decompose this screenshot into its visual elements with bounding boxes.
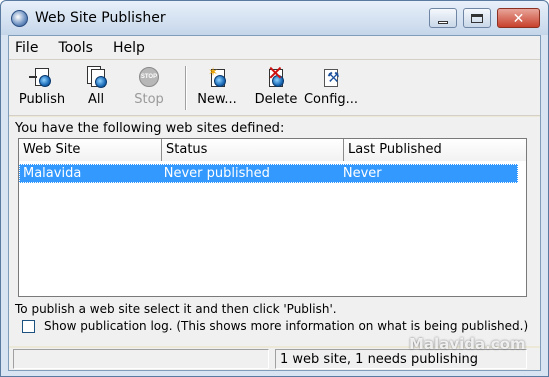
publish-button[interactable]: Publish bbox=[15, 66, 69, 112]
watermark: Malavida.com bbox=[409, 335, 526, 353]
show-log-option[interactable]: Show publication log. (This shows more i… bbox=[22, 319, 528, 333]
cell-web-site: Malavida bbox=[23, 166, 82, 181]
publish-all-label: All bbox=[87, 92, 105, 107]
close-icon: ✕ bbox=[512, 10, 525, 26]
show-log-checkbox[interactable] bbox=[22, 319, 35, 333]
toolbar-separator bbox=[185, 66, 187, 110]
publish-icon bbox=[29, 66, 55, 90]
toolbar: Publish All STOP Stop ✶ New... ✕ Delete … bbox=[9, 60, 540, 116]
title-bar[interactable]: Web Site Publisher ✕ bbox=[1, 1, 548, 35]
new-site-icon: ✶ bbox=[204, 66, 230, 90]
list-header: Web Site Status Last Published bbox=[19, 139, 526, 161]
show-log-label[interactable]: Show publication log. (This shows more i… bbox=[44, 319, 528, 333]
publish-label: Publish bbox=[18, 92, 66, 107]
column-header-last-published[interactable]: Last Published bbox=[344, 139, 526, 161]
wrench-icon: ⚒ bbox=[318, 66, 344, 90]
delete-button[interactable]: ✕ Delete bbox=[253, 63, 299, 112]
minimize-icon bbox=[438, 20, 448, 24]
publish-all-icon bbox=[83, 66, 109, 90]
status-pane-left bbox=[13, 349, 269, 369]
column-header-web-site[interactable]: Web Site bbox=[19, 139, 162, 161]
maximize-icon bbox=[471, 13, 483, 23]
new-site-label: New... bbox=[197, 92, 237, 107]
config-label: Config... bbox=[303, 92, 359, 107]
config-button[interactable]: ⚒ Config... bbox=[303, 66, 359, 112]
cell-status: Never published bbox=[163, 166, 270, 181]
maximize-button[interactable] bbox=[463, 8, 491, 28]
client-area: File Tools Help Publish All STOP Stop ✶ … bbox=[8, 35, 541, 371]
close-button[interactable]: ✕ bbox=[497, 8, 540, 28]
column-header-status[interactable]: Status bbox=[162, 139, 344, 161]
table-row[interactable]: Malavida Never published Never bbox=[19, 164, 518, 183]
sites-label: You have the following web sites defined… bbox=[15, 121, 285, 136]
menu-file[interactable]: File bbox=[15, 40, 38, 56]
minimize-button[interactable] bbox=[429, 8, 457, 28]
stop-icon: STOP bbox=[136, 66, 162, 90]
stop-button[interactable]: STOP Stop bbox=[127, 66, 171, 112]
window-title: Web Site Publisher bbox=[35, 10, 166, 26]
menu-tools[interactable]: Tools bbox=[58, 40, 93, 56]
delete-icon: ✕ bbox=[267, 63, 284, 87]
publish-hint: To publish a web site select it and then… bbox=[15, 302, 337, 316]
menu-help[interactable]: Help bbox=[113, 40, 145, 56]
new-site-button[interactable]: ✶ New... bbox=[195, 66, 239, 112]
main-panel: You have the following web sites defined… bbox=[9, 117, 540, 346]
app-globe-icon bbox=[11, 10, 28, 27]
app-window: Web Site Publisher ✕ File Tools Help Pub… bbox=[0, 0, 549, 377]
stop-label: Stop bbox=[134, 92, 164, 107]
cell-last-published: Never bbox=[342, 166, 382, 181]
delete-label: Delete bbox=[254, 92, 298, 107]
web-sites-list[interactable]: Web Site Status Last Published Malavida … bbox=[18, 138, 527, 297]
publish-all-button[interactable]: All bbox=[75, 66, 117, 112]
menu-bar: File Tools Help bbox=[9, 36, 540, 60]
